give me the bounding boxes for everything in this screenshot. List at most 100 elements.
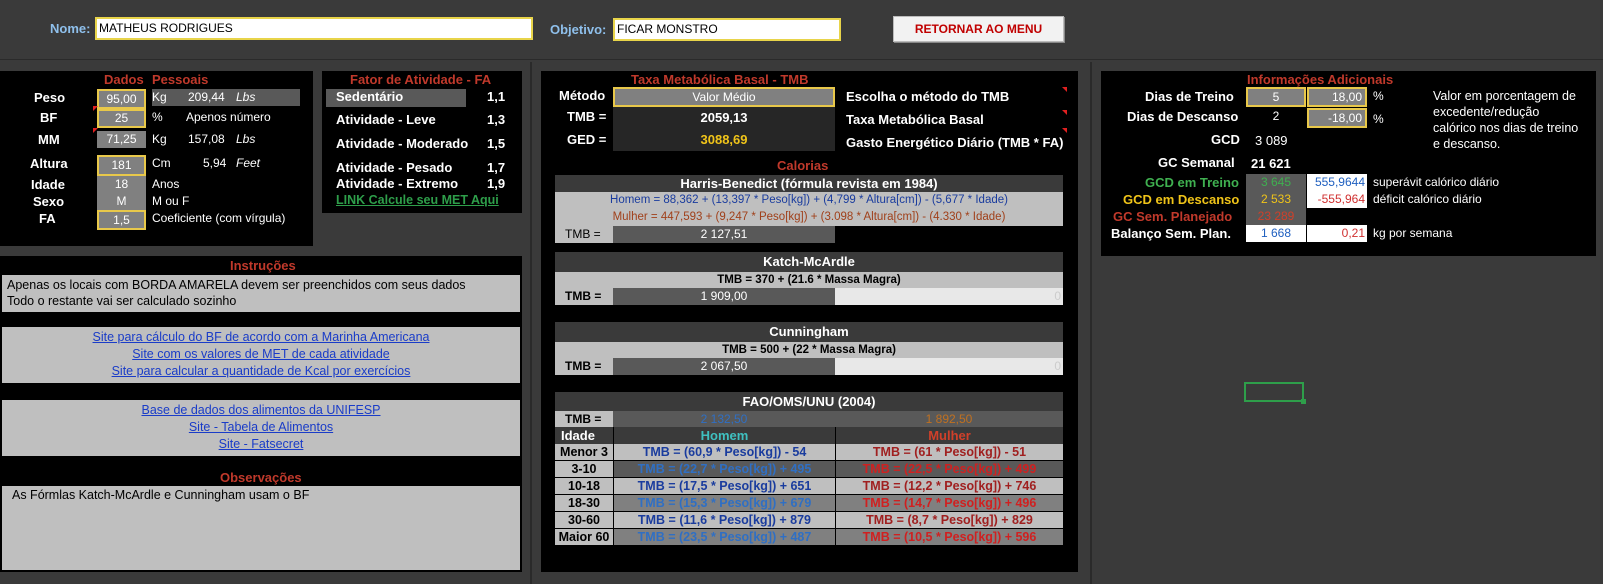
fao-header-row: Idade Homem Mulher <box>555 427 1063 444</box>
fao-col-mulher: Mulher <box>835 427 1063 444</box>
bf-input[interactable]: 25 <box>97 109 146 128</box>
fao-row-homem: TMB = (15,3 * Peso[kg]) + 679 <box>613 495 835 511</box>
peso-input[interactable]: 95,00 <box>97 89 146 109</box>
dias-treino-input[interactable]: 5 <box>1246 87 1306 107</box>
gcd-descanso-value: 2 533 <box>1246 191 1306 208</box>
metodo-select[interactable]: Valor Médio <box>613 87 835 107</box>
link-unifesp[interactable]: Base de dados dos alimentos da UNIFESP <box>2 402 520 419</box>
cunningham-extra: 0 <box>835 358 1063 375</box>
fao-row-idade: 30-60 <box>555 512 613 528</box>
dados-row-sexo: Sexo M M ou F <box>0 193 313 210</box>
comment-marker-icon <box>93 106 98 111</box>
selected-cell-cursor[interactable] <box>1244 382 1304 402</box>
fao-row-mulher: TMB = (8,7 * Peso[kg]) + 829 <box>835 512 1063 528</box>
nome-field[interactable]: MATHEUS RODRIGUES <box>95 17 533 40</box>
cunningham-tmb-label: TMB = <box>565 359 602 373</box>
peso-strip <box>152 89 300 106</box>
mm-unit: Kg <box>152 132 167 146</box>
tmb-label: TMB = <box>567 109 607 124</box>
link-bf-marinha[interactable]: Site para cálculo do BF de acordo com a … <box>2 329 520 346</box>
gcd-descanso-label: GCD em Descanso <box>1123 192 1240 207</box>
cunningham-tmb-value: 2 067,50 <box>613 358 835 375</box>
info-note: Valor em porcentagem de excedente/reduçã… <box>1433 89 1579 151</box>
katch-tmb-label: TMB = <box>565 289 602 303</box>
fao-row-idade: 10-18 <box>555 478 613 494</box>
met-link[interactable]: LINK Calcule seu MET Aqui <box>336 193 499 207</box>
return-menu-button[interactable]: RETORNAR AO MENU <box>893 16 1064 42</box>
instrucoes-title: Instruções <box>230 258 296 273</box>
fao-row-mulher: TMB = (10,5 * Peso[kg]) + 596 <box>835 529 1063 545</box>
link-met-atividade[interactable]: Site com os valores de MET de cada ativi… <box>2 346 520 363</box>
idade-unit: Anos <box>152 177 180 191</box>
cunningham-title: Cunningham <box>555 322 1063 342</box>
mm-lbs: 157,08 <box>188 132 225 146</box>
idade-input[interactable]: 18 <box>97 176 146 193</box>
dias-descanso-label: Dias de Descanso <box>1127 109 1239 124</box>
objetivo-label: Objetivo: <box>550 22 607 37</box>
dados-row-peso: Peso 95,00 Kg 209,44 Lbs <box>0 89 313 109</box>
ged-desc: Gasto Energético Diário (TMB * FA) <box>846 135 1064 150</box>
fao-col-homem: Homem <box>613 427 835 444</box>
instrucoes-box: Apenas os locais com BORDA AMARELA devem… <box>2 275 520 312</box>
link-fatsecret[interactable]: Site - Fatsecret <box>2 436 520 453</box>
fator-label-3: Atividade - Pesado <box>336 160 453 175</box>
bf-unit: % <box>152 110 163 124</box>
fator-title: Fator de Atividade - FA <box>350 72 492 87</box>
fao-title: FAO/OMS/UNU (2004) <box>555 392 1063 411</box>
link-tabela-alimentos[interactable]: Site - Tabela de Alimentos <box>2 419 520 436</box>
sexo-label: Sexo <box>33 194 65 209</box>
sexo-input[interactable]: M <box>97 193 146 210</box>
altura-unit: Cm <box>152 156 171 170</box>
treino-pct-input[interactable]: 18,00 <box>1307 87 1367 107</box>
cunningham-tmb-row: TMB = 2 067,50 0 <box>555 358 1063 375</box>
gc-semanal-label: GC Semanal <box>1158 155 1235 170</box>
observacoes-title: Observações <box>220 470 302 485</box>
balanco-label: Balanço Sem. Plan. <box>1111 226 1231 241</box>
gcd-treino-label: GCD em Treino <box>1145 175 1239 190</box>
fao-row: 30-60 TMB = (11,6 * Peso[kg]) + 879 TMB = … <box>555 512 1063 529</box>
link-kcal-exercicios[interactable]: Site para calcular a quantidade de Kcal … <box>2 363 520 380</box>
ged-value: 3088,69 <box>613 129 835 151</box>
fator-value-3: 1,7 <box>487 160 506 175</box>
info-panel: Informações Adicionais Dias de Treino 5 … <box>1101 71 1596 256</box>
idade-label: Idade <box>31 177 65 192</box>
fao-row-homem: TMB = (17,5 * Peso[kg]) + 651 <box>613 478 835 494</box>
treino-pct-sign: % <box>1373 89 1384 103</box>
gc-semanal-value: 21 621 <box>1251 156 1291 171</box>
fao-row-mulher: TMB = (12,2 * Peso[kg]) + 746 <box>835 478 1063 494</box>
fator-value-0: 1,1 <box>487 89 506 104</box>
fa-input[interactable]: 1,5 <box>97 210 146 230</box>
balanco-desc: kg por semana <box>1373 226 1453 240</box>
fa-label: FA <box>39 211 56 226</box>
katch-extra: 0 <box>835 288 1063 305</box>
mm-lbs-unit: Lbs <box>236 132 256 146</box>
harris-title: Harris-Benedict (fórmula revista em 1984… <box>555 175 1063 192</box>
fator-value-1: 1,3 <box>487 112 506 127</box>
fao-row: Maior 60 TMB = (23,5 * Peso[kg]) + 487 TMB… <box>555 529 1063 546</box>
bf-label: BF <box>40 110 58 125</box>
altura-input[interactable]: 181 <box>97 155 146 176</box>
fator-label-2: Atividade - Moderado <box>336 136 469 151</box>
balanco-value: 1 668 <box>1246 225 1306 242</box>
harris-tmb-value: 2 127,51 <box>613 226 835 243</box>
dados-row-fa: FA 1,5 Coeficiente (com vírgula) <box>0 210 313 230</box>
cunningham-formula: TMB = 500 + (22 * Massa Magra) <box>555 342 1063 358</box>
dados-title-b: Pessoais <box>152 72 209 87</box>
dados-row-bf: BF 25 % Apenos número <box>0 109 313 128</box>
objetivo-field[interactable]: FICAR MONSTRO <box>613 18 841 41</box>
fao-row: 10-18 TMB = (17,5 * Peso[kg]) + 651 TMB = … <box>555 478 1063 495</box>
mm-label: MM <box>38 132 60 147</box>
fao-row: 18-30 TMB = (15,3 * Peso[kg]) + 679 TMB = … <box>555 495 1063 512</box>
fa-unit: Coeficiente (com vírgula) <box>152 211 286 225</box>
fill-handle[interactable] <box>1301 399 1306 404</box>
peso-label: Peso <box>34 90 66 105</box>
dados-row-mm: MM 71,25 Kg 157,08 Lbs <box>0 131 313 148</box>
fao-row-mulher: TMB = (61 * Peso[kg]) - 51 <box>835 444 1063 460</box>
comment-marker-icon <box>93 128 98 133</box>
tmb-desc: Taxa Metabólica Basal <box>846 112 984 127</box>
gc-plan-value: 23 289 <box>1246 208 1306 225</box>
fao-row: Menor 3 TMB = (60,9 * Peso[kg]) - 54 TMB =… <box>555 444 1063 461</box>
harris-tmb-blank <box>835 226 1063 243</box>
altura-feet-unit: Feet <box>236 156 261 170</box>
descanso-pct-input[interactable]: -18,00 <box>1307 108 1367 128</box>
